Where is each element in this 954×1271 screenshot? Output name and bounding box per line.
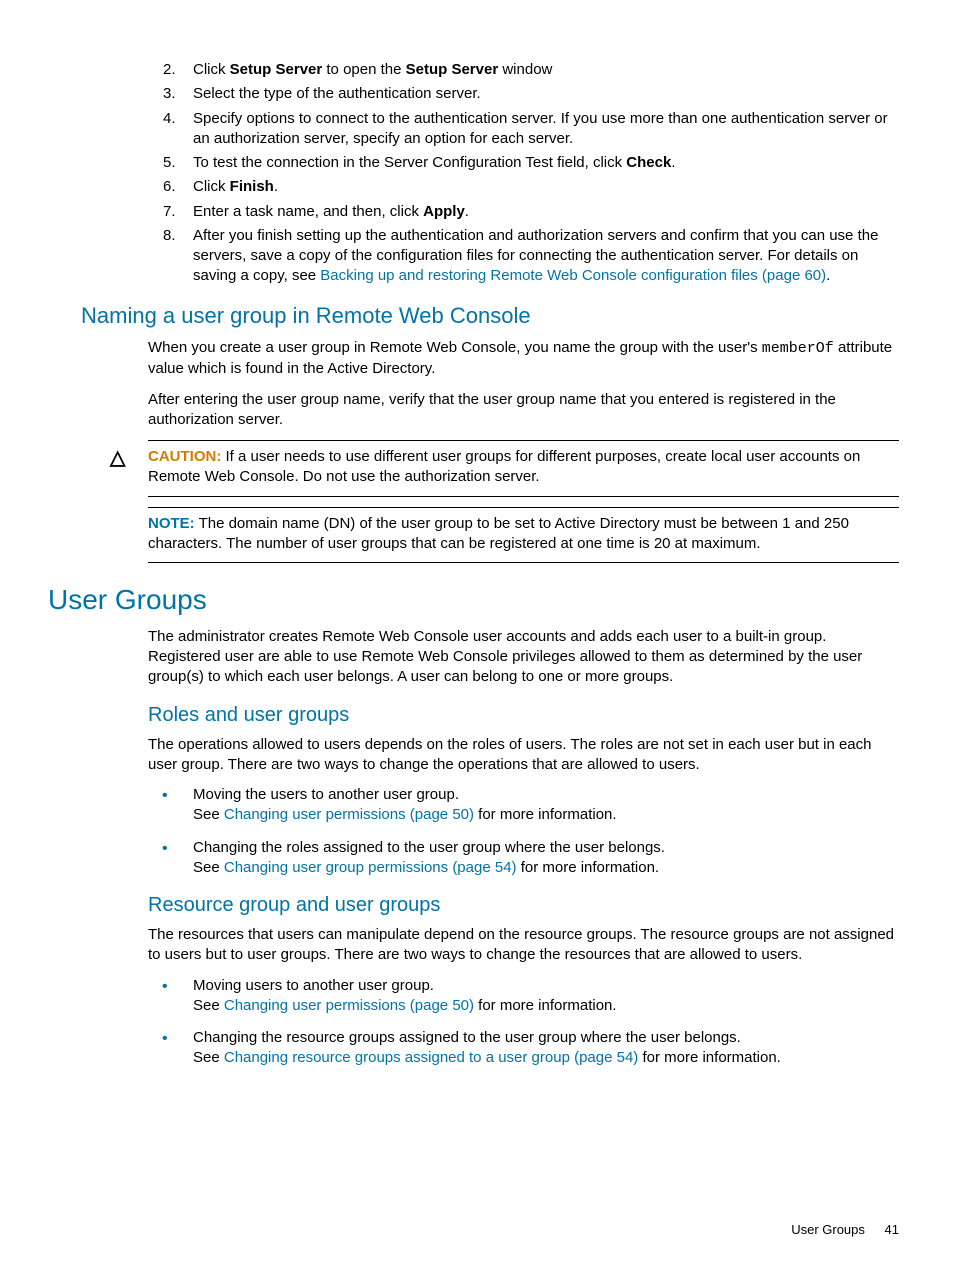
change-user-perm-link-2[interactable]: Changing user permissions (page 50) (224, 997, 474, 1014)
roles-b1-after: for more information. (474, 806, 617, 823)
backup-restore-link[interactable]: Backing up and restoring Remote Web Cons… (320, 267, 826, 284)
resource-p1: The resources that users can manipulate … (148, 925, 899, 966)
change-group-perm-link[interactable]: Changing user group permissions (page 54… (224, 859, 517, 876)
roles-b1-see: See (193, 806, 224, 823)
step-2: Click Setup Server to open the Setup Ser… (193, 60, 899, 80)
note-label: NOTE: (148, 515, 195, 532)
resource-b1-see: See (193, 997, 224, 1014)
check-bold: Check (626, 154, 671, 171)
caution-block: △ CAUTION: If a user needs to use differ… (148, 440, 899, 497)
resource-b1-line1: Moving users to another user group. (193, 977, 434, 994)
caution-body: If a user needs to use different user gr… (148, 448, 860, 485)
step-7-c: . (465, 203, 469, 220)
memberof-mono: memberOf (762, 340, 834, 357)
roles-heading: Roles and user groups (148, 702, 899, 729)
step-5-a: To test the connection in the Server Con… (193, 154, 626, 171)
step-6-a: Click (193, 178, 230, 195)
page-number: 41 (885, 1222, 899, 1237)
step-7: Enter a task name, and then, click Apply… (193, 202, 899, 222)
note-block: NOTE: The domain name (DN) of the user g… (148, 507, 899, 564)
page-footer: User Groups 41 (791, 1221, 899, 1239)
step-2-text-a: Click (193, 61, 230, 78)
roles-p1: The operations allowed to users depends … (148, 735, 899, 776)
caution-icon: △ (110, 445, 125, 472)
change-user-perm-link-1[interactable]: Changing user permissions (page 50) (224, 806, 474, 823)
roles-b2-line1: Changing the roles assigned to the user … (193, 839, 665, 856)
procedure-steps: Click Setup Server to open the Setup Ser… (48, 60, 899, 287)
resource-b2-see: See (193, 1049, 224, 1066)
step-5: To test the connection in the Server Con… (193, 153, 899, 173)
footer-title: User Groups (791, 1222, 865, 1237)
step-4: Specify options to connect to the authen… (193, 109, 899, 150)
step-2-text-c: to open the (322, 61, 405, 78)
roles-bullet-2: Changing the roles assigned to the user … (148, 838, 899, 879)
setup-server-bold-1: Setup Server (230, 61, 323, 78)
step-5-c: . (671, 154, 675, 171)
resource-b1-after: for more information. (474, 997, 617, 1014)
setup-server-bold-2: Setup Server (406, 61, 499, 78)
resource-heading: Resource group and user groups (148, 892, 899, 919)
step-8-c: . (826, 267, 830, 284)
roles-b2-after: for more information. (517, 859, 660, 876)
apply-bold: Apply (423, 203, 465, 220)
resource-bullet-1: Moving users to another user group. See … (148, 976, 899, 1017)
naming-p2: After entering the user group name, veri… (148, 390, 899, 431)
step-3: Select the type of the authentication se… (193, 84, 899, 104)
roles-b1-line1: Moving the users to another user group. (193, 786, 459, 803)
roles-b2-see: See (193, 859, 224, 876)
step-2-text-e: window (498, 61, 552, 78)
naming-p1: When you create a user group in Remote W… (148, 338, 899, 380)
step-8: After you finish setting up the authenti… (193, 226, 899, 287)
roles-bullets: Moving the users to another user group. … (148, 785, 899, 878)
roles-bullet-1: Moving the users to another user group. … (148, 785, 899, 826)
resource-b2-after: for more information. (638, 1049, 781, 1066)
user-groups-heading: User Groups (48, 581, 899, 619)
user-groups-p1: The administrator creates Remote Web Con… (148, 627, 899, 688)
step-6-c: . (274, 178, 278, 195)
caution-label: CAUTION: (148, 448, 221, 465)
change-resource-groups-link[interactable]: Changing resource groups assigned to a u… (224, 1049, 638, 1066)
finish-bold: Finish (230, 178, 274, 195)
step-6: Click Finish. (193, 177, 899, 197)
resource-b2-line1: Changing the resource groups assigned to… (193, 1029, 741, 1046)
resource-bullets: Moving users to another user group. See … (148, 976, 899, 1069)
step-7-a: Enter a task name, and then, click (193, 203, 423, 220)
note-body: The domain name (DN) of the user group t… (148, 515, 849, 552)
resource-bullet-2: Changing the resource groups assigned to… (148, 1028, 899, 1069)
naming-p1-a: When you create a user group in Remote W… (148, 339, 762, 356)
naming-heading: Naming a user group in Remote Web Consol… (81, 301, 899, 331)
